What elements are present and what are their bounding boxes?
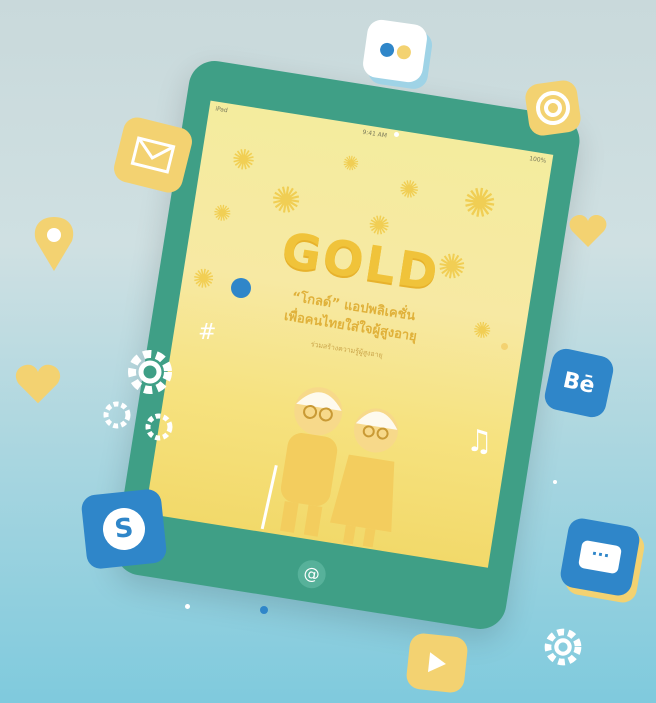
location-pin-icon [34,217,74,271]
status-carrier: iPad [214,105,229,115]
flower-decoration: ✺ [229,141,258,179]
decorative-dot [394,132,399,137]
illustration-scene: iPad 9:41 AM 100% ✺ ✺ ✺ ✺ ✺ ✺ ✺ ✺ ✺ ✺ GO… [0,0,656,703]
gear-icon [103,401,131,429]
decorative-dot [231,278,251,298]
decorative-dot [501,343,508,350]
gear-icon [145,413,173,441]
target-icon [523,78,583,138]
flower-decoration: ✺ [340,150,362,177]
skype-icon: S [80,488,168,570]
behance-icon: Bē [542,346,616,420]
decorative-dot [553,480,557,484]
elderly-couple-illustration [260,387,398,548]
flickr-icon [361,18,429,84]
music-note-icon: ♫ [466,424,493,459]
status-battery: 100% [528,155,547,165]
gear-icon [128,350,172,394]
chat-bubble: ··· [577,539,623,575]
flower-decoration: ✺ [267,178,304,224]
home-button[interactable]: @ [295,558,328,591]
decorative-dot [260,606,268,614]
gear-icon [544,628,582,666]
heart-icon [15,364,61,404]
hashtag-icon: # [198,320,217,345]
play-icon [405,632,469,694]
heart-icon [569,215,607,247]
skype-glyph: S [100,505,148,553]
chat-icon: ··· [558,516,642,598]
status-time: 9:41 AM [361,128,388,140]
flower-decoration: ✺ [396,174,422,206]
decorative-dot [185,604,190,609]
flower-decoration: ✺ [459,178,500,230]
